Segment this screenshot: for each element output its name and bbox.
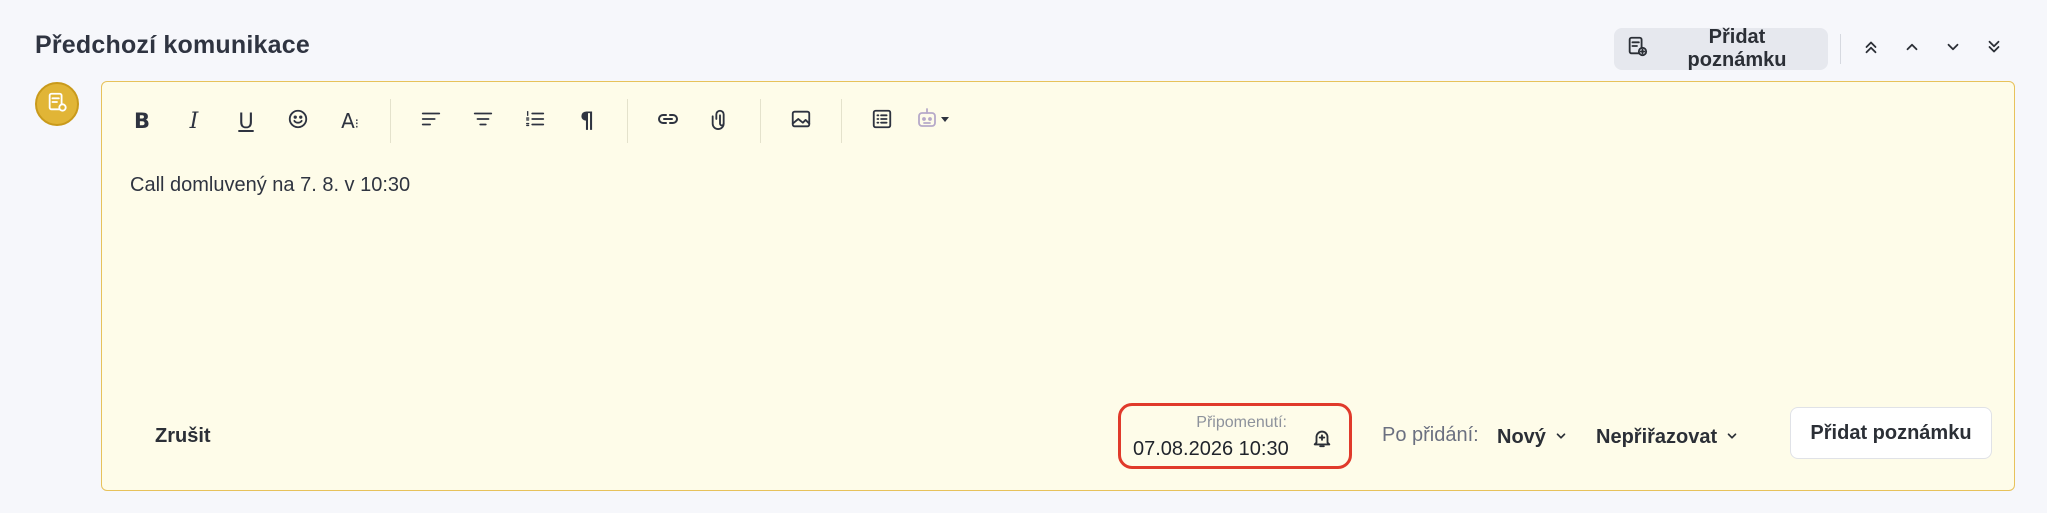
editor-toolbar: B I U A⁝ ¶ [116, 96, 960, 146]
toolbar-divider [841, 99, 842, 143]
text-size-button[interactable]: A⁝ [324, 99, 376, 143]
add-note-header-button[interactable]: Přidat poznámku [1614, 26, 1828, 71]
emoji-button[interactable] [272, 99, 324, 143]
emoji-icon [287, 108, 309, 134]
toolbar-divider [760, 99, 761, 143]
image-icon [790, 108, 812, 134]
underline-icon: U [238, 109, 254, 133]
text-size-icon: A⁝ [341, 109, 359, 133]
align-left-button[interactable] [405, 99, 457, 143]
status-value: Nový [1497, 425, 1546, 448]
underline-button[interactable]: U [220, 99, 272, 143]
chevrons-down-icon [1985, 38, 2003, 61]
attachment-icon [709, 108, 731, 134]
cancel-button[interactable]: Zrušit [149, 424, 217, 449]
after-add-label: Po přidání: [1382, 424, 1479, 446]
note-avatar [35, 82, 79, 126]
reminder-datetime[interactable]: 07.08.2026 10:30 [1133, 438, 1289, 461]
previous-note-button[interactable] [1895, 32, 1929, 66]
align-left-icon [420, 108, 442, 134]
italic-button[interactable]: I [168, 99, 220, 143]
header-divider [1840, 34, 1841, 64]
assign-value: Nepřiřazovat [1596, 425, 1718, 448]
align-center-icon [472, 108, 494, 134]
note-icon [46, 91, 68, 118]
add-note-submit-button[interactable]: Přidat poznámku [1790, 407, 1992, 459]
add-note-header-label: Přidat poznámku [1687, 26, 1787, 71]
reminder-label: Připomenutí: [1196, 414, 1287, 431]
numbered-list-button[interactable] [509, 99, 561, 143]
paragraph-icon: ¶ [580, 108, 594, 134]
align-center-button[interactable] [457, 99, 509, 143]
link-icon [656, 107, 680, 135]
note-editor[interactable]: B I U A⁝ ¶ Call domluvený na 7. 8. v 10:… [101, 81, 2015, 491]
ai-assistant-button[interactable] [908, 99, 960, 143]
editor-footer: Zrušit Připomenutí: 07.08.2026 10:30 Po … [102, 398, 2014, 490]
ai-assistant-icon [916, 107, 952, 135]
chevron-down-icon [1944, 38, 1962, 61]
chevron-down-icon [1554, 426, 1568, 449]
table-icon [871, 108, 893, 134]
italic-icon: I [189, 108, 199, 134]
bold-button[interactable]: B [116, 99, 168, 143]
paragraph-button[interactable]: ¶ [561, 99, 613, 143]
image-button[interactable] [775, 99, 827, 143]
note-content[interactable]: Call domluvený na 7. 8. v 10:30 [130, 174, 410, 197]
first-note-button[interactable] [1854, 32, 1888, 66]
status-dropdown[interactable]: Nový [1497, 420, 1568, 454]
chevron-up-icon [1903, 38, 1921, 61]
note-add-icon [1626, 35, 1648, 63]
chevrons-up-icon [1862, 38, 1880, 61]
numbered-list-icon [524, 108, 546, 134]
assign-dropdown[interactable]: Nepřiřazovat [1596, 420, 1739, 454]
bold-icon: B [133, 109, 150, 133]
toolbar-divider [627, 99, 628, 143]
reminder-field[interactable]: Připomenutí: 07.08.2026 10:30 [1118, 403, 1352, 469]
chevron-down-icon [1725, 426, 1739, 449]
link-button[interactable] [642, 99, 694, 143]
section-title: Předchozí komunikace [35, 31, 310, 59]
last-note-button[interactable] [1977, 32, 2011, 66]
toolbar-divider [390, 99, 391, 143]
bell-plus-icon[interactable] [1311, 427, 1335, 451]
table-button[interactable] [856, 99, 908, 143]
next-note-button[interactable] [1936, 32, 1970, 66]
attachment-button[interactable] [694, 99, 746, 143]
